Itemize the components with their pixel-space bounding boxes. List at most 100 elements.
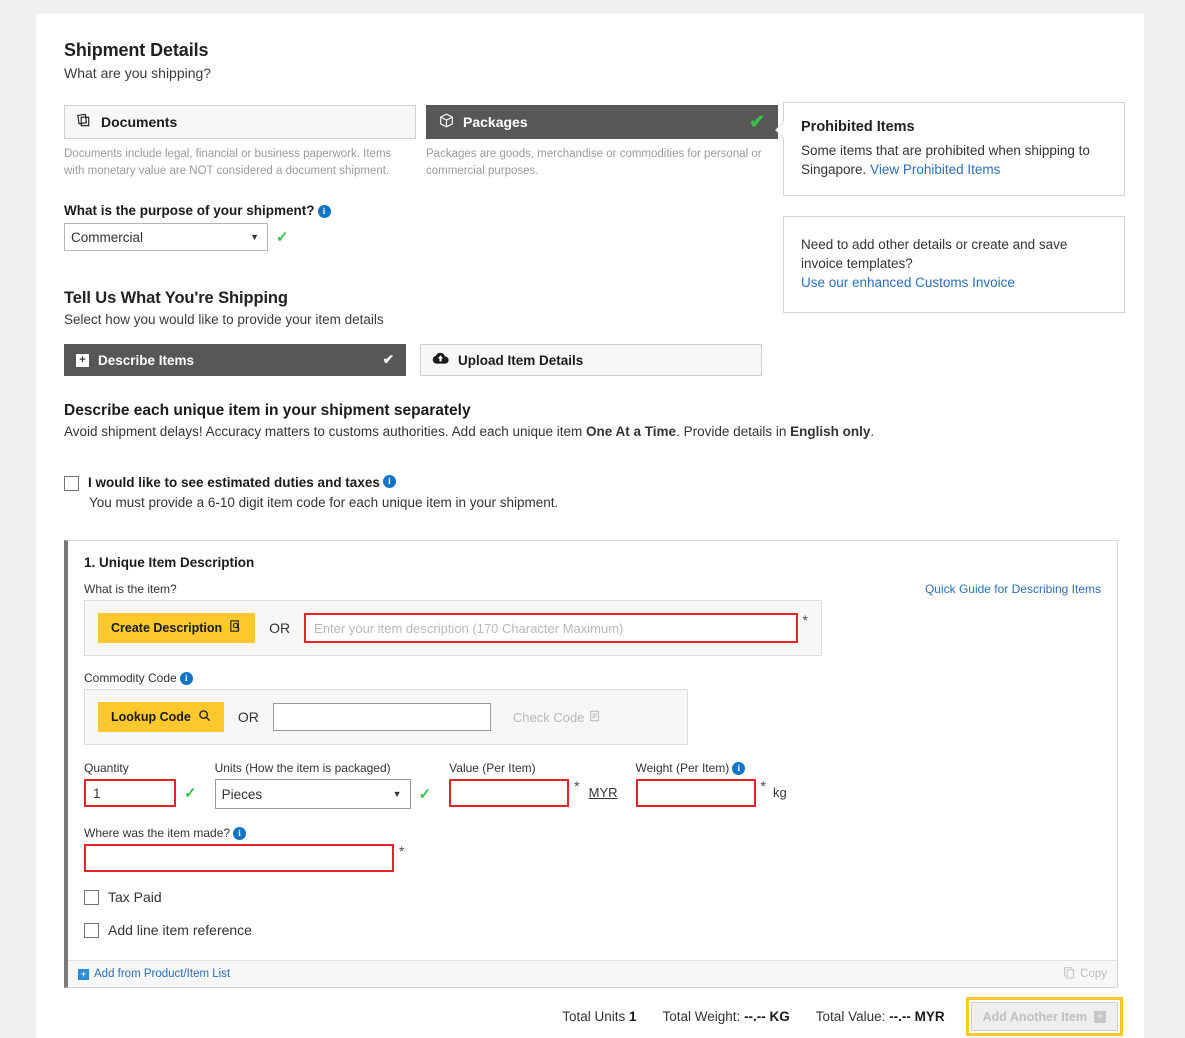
lookup-code-button[interactable]: Lookup Code: [98, 702, 224, 733]
weight-input[interactable]: [635, 779, 756, 808]
create-description-button[interactable]: Create Description: [98, 613, 256, 644]
check-code-label: Check Code: [512, 709, 585, 725]
plus-square-icon: +: [76, 353, 89, 367]
describe-subtitle: Avoid shipment delays! Accuracy matters …: [64, 424, 1118, 439]
chevron-down-icon-units: ▼: [392, 789, 402, 800]
documents-description: Documents include legal, financial or bu…: [64, 148, 392, 177]
page-card: Shipment Details What are you shipping? …: [36, 14, 1144, 1038]
enhanced-customs-invoice-link[interactable]: Use our enhanced Customs Invoice: [801, 275, 1015, 290]
add-from-product-list-button[interactable]: + Add from Product/Item List: [78, 968, 230, 980]
packages-tab-column: Packages ✔ Packages are goods, merchandi…: [426, 105, 778, 179]
duties-taxes-checkbox[interactable]: [64, 476, 79, 492]
tab-packages-label: Packages: [463, 114, 528, 130]
item-heading: 1. Unique Item Description: [84, 555, 255, 571]
total-units: Total Units 1: [562, 1009, 636, 1024]
tab-upload-item-details[interactable]: Upload Item Details: [420, 344, 762, 377]
item-description-input[interactable]: [304, 613, 798, 644]
tab-upload-item-details-label: Upload Item Details: [458, 352, 584, 368]
copy-icon: [1064, 966, 1075, 982]
quantity-label: Quantity: [84, 761, 129, 776]
quantity-row: Quantity ✓ Units (How the item is packag…: [84, 761, 1101, 810]
right-info-column: Prohibited Items Some items that are pro…: [775, 102, 1125, 314]
item-card-footer: + Add from Product/Item List Copy: [68, 960, 1117, 988]
quick-guide-link[interactable]: Quick Guide for Describing Items: [925, 582, 1101, 596]
tab-documents-label: Documents: [101, 114, 178, 130]
info-icon-weight[interactable]: i: [732, 762, 746, 776]
origin-required-marker: *: [399, 843, 405, 860]
documents-tab-column: Documents Documents include legal, finan…: [64, 105, 416, 179]
info-icon-origin[interactable]: i: [233, 827, 247, 841]
tell-us-section: Tell Us What You're Shipping Select how …: [64, 289, 1118, 510]
total-value-label: Total Value:: [815, 1009, 886, 1025]
commodity-code-input[interactable]: [272, 703, 491, 732]
total-units-value: 1: [628, 1009, 637, 1025]
packages-description: Packages are goods, merchandise or commo…: [426, 148, 762, 177]
info-icon-commodity[interactable]: i: [179, 672, 193, 686]
package-box-icon: [439, 113, 454, 131]
tell-us-subtitle: Select how you would like to provide you…: [64, 312, 384, 328]
line-item-reference-checkbox[interactable]: [84, 923, 99, 939]
units-valid-check-icon: ✓: [418, 786, 432, 804]
units-value: Pieces: [221, 786, 263, 802]
magnifier-document-icon: [229, 620, 242, 636]
check-code-icon: [589, 710, 601, 725]
total-weight-label: Total Weight:: [662, 1009, 741, 1025]
describe-sub-bold1: One At a Time: [586, 424, 677, 440]
purpose-valid-check-icon: ✓: [276, 229, 289, 247]
value-input[interactable]: [449, 779, 570, 808]
line-item-reference-label: Add line item reference: [108, 922, 252, 939]
check-code-button[interactable]: Check Code: [513, 710, 602, 725]
origin-input[interactable]: [84, 844, 394, 873]
describe-items-selected-check-icon: ✔: [382, 352, 394, 368]
describe-sub-part3: .: [870, 424, 875, 440]
add-another-item-label: Add Another Item: [982, 1009, 1087, 1024]
shipment-purpose-label: What is the purpose of your shipment?: [64, 203, 315, 219]
add-another-item-button[interactable]: Add Another Item +: [965, 997, 1124, 1037]
customs-invoice-line1: Need to add other details or create and …: [801, 236, 1068, 252]
tax-paid-checkbox[interactable]: [84, 890, 99, 906]
total-weight: Total Weight: --.-- KG: [663, 1009, 790, 1024]
tab-packages[interactable]: Packages ✔: [426, 105, 778, 139]
tab-describe-items[interactable]: + Describe Items ✔: [64, 344, 406, 377]
describe-sub-bold2: English only: [790, 424, 871, 440]
total-value: Total Value: --.-- MYR: [816, 1009, 945, 1024]
description-panel: Create Description OR *: [84, 600, 822, 657]
value-group: Value (Per Item) * MYR: [449, 761, 618, 808]
shipment-purpose-select[interactable]: Commercial ▼: [64, 223, 268, 252]
commodity-or-label: OR: [237, 709, 259, 726]
currency-label: MYR: [588, 785, 618, 801]
value-label: Value (Per Item): [449, 761, 536, 776]
item-method-tabs: + Describe Items ✔ Upload Item Details: [64, 344, 1118, 377]
unique-item-card: 1. Unique Item Description What is the i…: [64, 540, 1118, 989]
line-item-reference-row: Add line item reference: [84, 922, 1101, 939]
quantity-input[interactable]: [84, 779, 176, 808]
description-or-label: OR: [269, 620, 291, 637]
tax-paid-label: Tax Paid: [108, 889, 162, 906]
plus-square-blue-icon: +: [78, 968, 89, 980]
duties-taxes-label: I would like to see estimated duties and…: [88, 475, 380, 491]
prohibited-items-text: Some items that are prohibited when ship…: [801, 141, 1107, 179]
lookup-code-label: Lookup Code: [111, 710, 191, 725]
search-icon: [198, 709, 211, 725]
prohibited-items-box: Prohibited Items Some items that are pro…: [775, 102, 1125, 196]
page-title: Shipment Details: [64, 40, 209, 60]
duties-taxes-help: You must provide a 6-10 digit item code …: [89, 495, 559, 511]
units-select[interactable]: Pieces ▼: [214, 779, 411, 810]
view-prohibited-items-link[interactable]: View Prohibited Items: [870, 162, 1000, 177]
packages-selected-check-icon: ✔: [749, 111, 765, 133]
weight-label: Weight (Per Item) i: [636, 761, 787, 776]
units-label: Units (How the item is packaged): [214, 761, 391, 776]
quantity-valid-check-icon: ✓: [184, 785, 197, 803]
callout-notch-inner: [776, 121, 785, 139]
describe-sub-part1: Avoid shipment delays! Accuracy matters …: [64, 424, 587, 440]
shipment-purpose-value: Commercial: [71, 229, 144, 245]
chevron-down-icon: ▼: [250, 232, 259, 243]
tab-documents[interactable]: Documents: [64, 105, 416, 139]
info-icon-duties[interactable]: i: [382, 475, 396, 489]
info-icon-purpose[interactable]: i: [317, 205, 331, 219]
weight-group: Weight (Per Item) i * kg: [635, 761, 787, 808]
weight-required-marker: *: [760, 778, 766, 795]
quantity-group: Quantity ✓: [84, 761, 197, 808]
value-required-marker: *: [574, 778, 580, 795]
copy-item-button[interactable]: Copy: [1064, 966, 1107, 982]
